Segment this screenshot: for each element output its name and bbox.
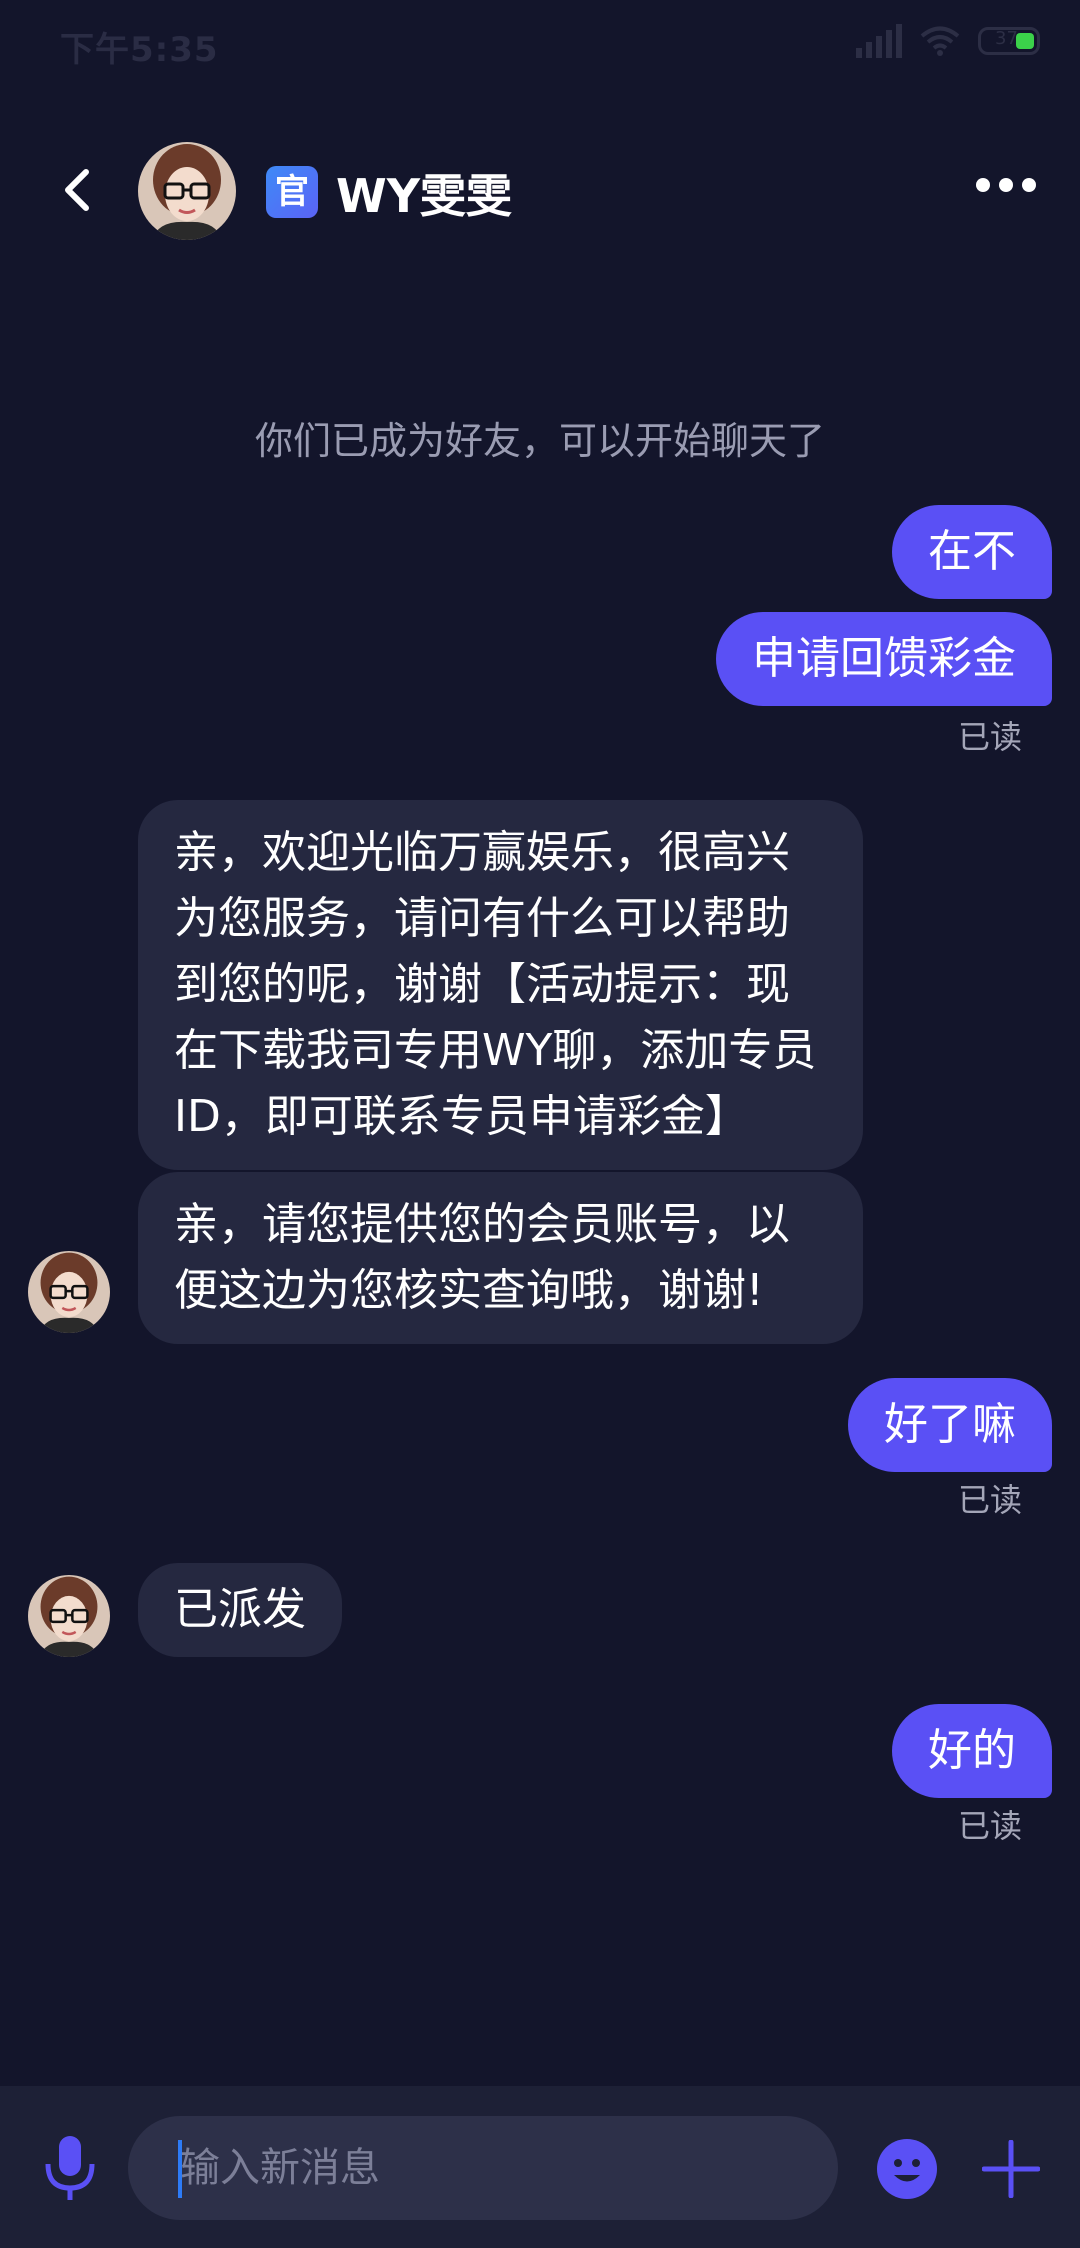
signal-icon [856, 24, 902, 58]
status-icons: 37 [856, 24, 1040, 58]
wifi-icon [920, 26, 960, 56]
plus-icon [981, 2139, 1041, 2199]
message-bubble-outgoing[interactable]: 好了嘛 [848, 1378, 1052, 1472]
sender-avatar[interactable] [28, 1251, 110, 1333]
message-bubble-outgoing[interactable]: 在不 [892, 505, 1052, 599]
status-bar: 下午5:35 37 [0, 0, 1080, 90]
message-input-bar [0, 2086, 1080, 2248]
text-caret [178, 2140, 182, 2198]
message-input[interactable] [128, 2116, 838, 2220]
chat-header: 官 WY雯雯 [0, 130, 1080, 250]
contact-name: WY雯雯 [336, 169, 513, 223]
official-badge: 官 [266, 166, 318, 218]
emoji-icon [877, 2139, 937, 2199]
battery-level: 37 [995, 28, 1018, 49]
read-status: 已读 [957, 1807, 1022, 1845]
more-actions-button[interactable] [981, 2139, 1041, 2199]
voice-button[interactable] [42, 2134, 98, 2204]
back-button[interactable] [50, 160, 110, 220]
message-bubble-incoming[interactable]: 已派发 [138, 1563, 342, 1657]
emoji-button[interactable] [876, 2138, 938, 2200]
microphone-icon [45, 2136, 95, 2200]
system-note: 你们已成为好友，可以开始聊天了 [254, 419, 825, 463]
battery-icon: 37 [978, 27, 1040, 55]
read-status: 已读 [957, 1481, 1022, 1519]
message-bubble-outgoing[interactable]: 申请回馈彩金 [716, 612, 1052, 706]
more-button[interactable] [976, 178, 1036, 192]
message-bubble-incoming[interactable]: 亲，请您提供您的会员账号，以便这边为您核实查询哦，谢谢! [138, 1172, 863, 1344]
read-status: 已读 [957, 718, 1022, 756]
contact-avatar[interactable] [138, 142, 236, 240]
sender-avatar[interactable] [28, 1575, 110, 1657]
message-bubble-outgoing[interactable]: 好的 [892, 1704, 1052, 1798]
chevron-left-icon [65, 169, 89, 211]
more-dots-icon [976, 178, 990, 192]
message-bubble-incoming[interactable]: 亲，欢迎光临万赢娱乐，很高兴为您服务，请问有什么可以帮助到您的呢，谢谢【活动提示… [138, 800, 863, 1170]
status-time: 下午5:35 [60, 30, 219, 70]
